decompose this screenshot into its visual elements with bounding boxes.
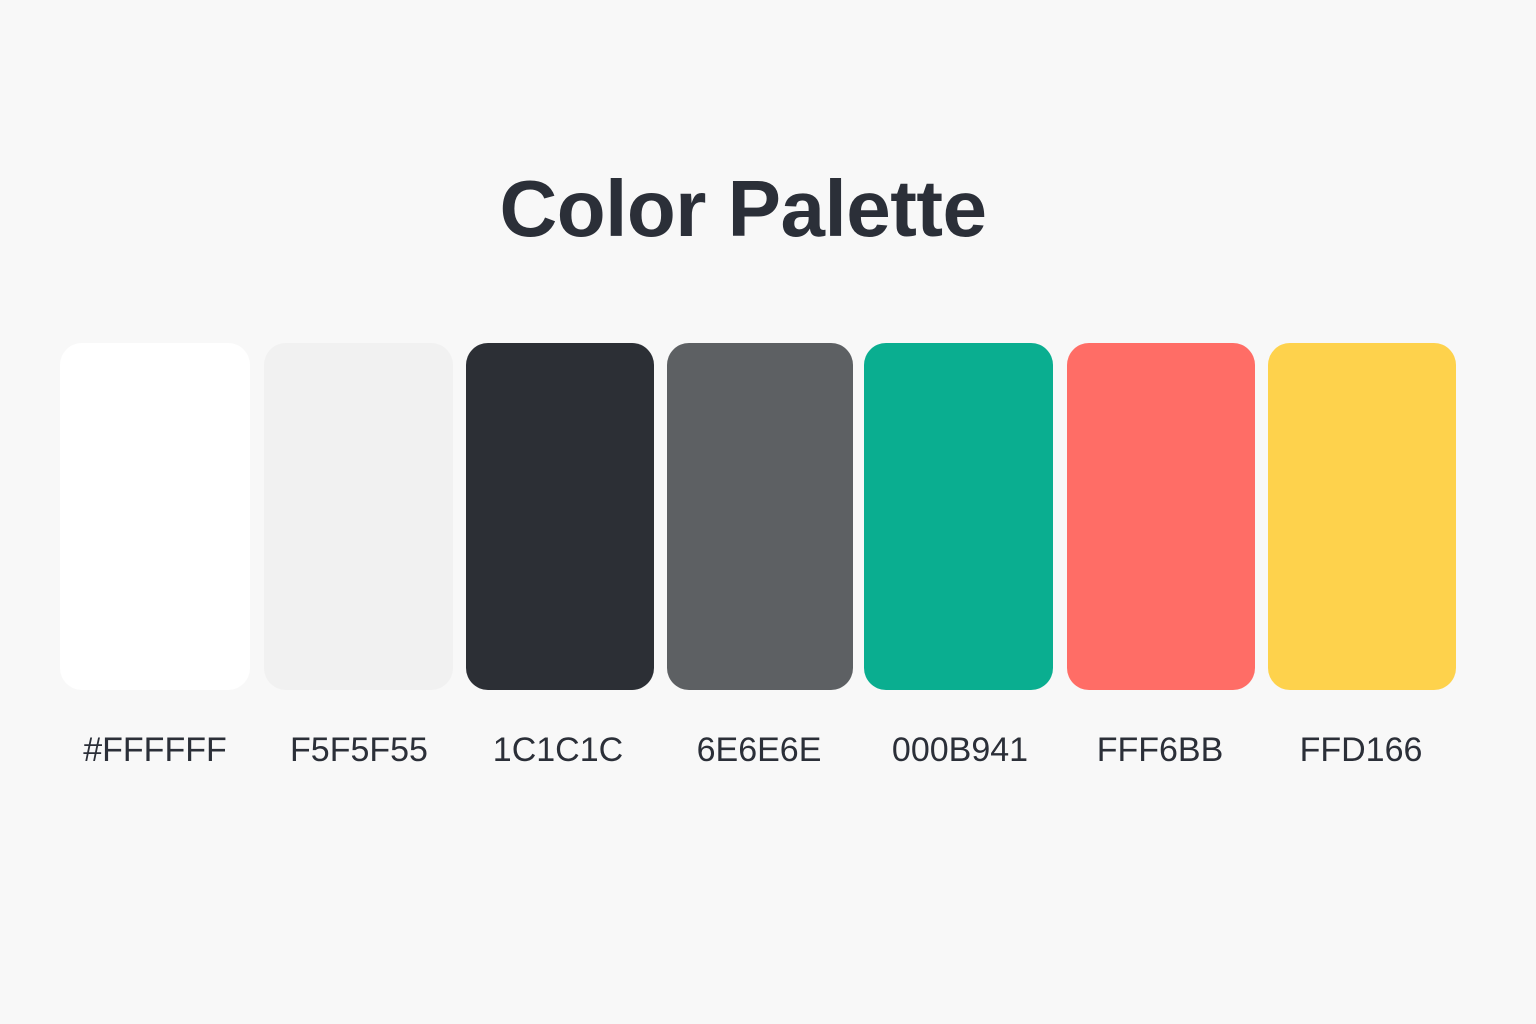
swatch-2-hex-label: F5F5F55 xyxy=(290,731,428,769)
swatch-4[interactable] xyxy=(667,343,853,690)
swatch-6-hex-label: FFF6BB xyxy=(1096,731,1224,769)
swatch-5-hex-label: 000B941 xyxy=(891,731,1029,769)
swatch-2[interactable] xyxy=(264,343,453,690)
swatch-3[interactable] xyxy=(466,343,654,690)
swatch-6[interactable] xyxy=(1067,343,1255,690)
swatch-7-hex-label: FFD166 xyxy=(1299,731,1423,769)
swatch-4-hex-label: 6E6E6E xyxy=(696,731,822,769)
swatch-3-hex-label: 1C1C1C xyxy=(492,731,624,769)
swatch-1-hex-label: #FFFFFF xyxy=(83,731,227,769)
page-title: Color Palette xyxy=(499,164,987,253)
swatch-5[interactable] xyxy=(864,343,1053,690)
swatch-1[interactable] xyxy=(60,343,250,690)
swatch-7[interactable] xyxy=(1268,343,1456,690)
